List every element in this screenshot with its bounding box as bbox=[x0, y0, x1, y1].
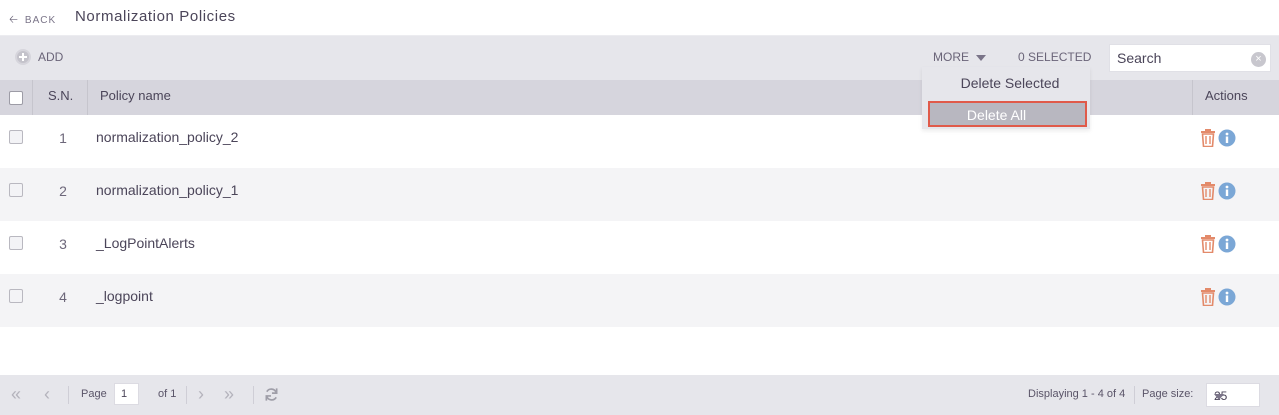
trash-icon[interactable] bbox=[1200, 235, 1216, 253]
back-button[interactable]: 🡠 BACK bbox=[9, 11, 56, 30]
column-divider bbox=[87, 80, 88, 115]
row-actions bbox=[1200, 288, 1236, 306]
trash-icon[interactable] bbox=[1200, 129, 1216, 147]
displaying-text: Displaying 1 - 4 of 4 bbox=[1028, 388, 1126, 400]
back-label: BACK bbox=[24, 15, 57, 26]
policy-name[interactable]: normalization_policy_2 bbox=[96, 129, 238, 145]
trash-icon[interactable] bbox=[1200, 182, 1216, 200]
row-checkbox[interactable] bbox=[9, 183, 23, 197]
select-all-checkbox[interactable] bbox=[9, 91, 23, 105]
page-of-label: of 1 bbox=[158, 388, 177, 400]
divider bbox=[68, 386, 69, 404]
selected-count: 0 SELECTED bbox=[1018, 50, 1092, 64]
add-icon bbox=[15, 49, 31, 65]
trash-icon[interactable] bbox=[1200, 288, 1216, 306]
previous-page-icon[interactable]: ‹ bbox=[44, 385, 50, 403]
policy-name[interactable]: _logpoint bbox=[96, 288, 153, 304]
page-size-select[interactable]: 25 bbox=[1206, 383, 1260, 407]
search-box: × bbox=[1109, 44, 1271, 72]
more-button[interactable]: MORE bbox=[933, 50, 986, 64]
row-sn: 2 bbox=[59, 183, 67, 199]
refresh-icon[interactable] bbox=[264, 387, 279, 402]
row-sn: 1 bbox=[59, 130, 67, 146]
row-actions bbox=[1200, 235, 1236, 253]
row-checkbox[interactable] bbox=[9, 130, 23, 144]
page-size-label: Page size: bbox=[1142, 388, 1194, 400]
menu-item-delete-all[interactable]: Delete All bbox=[928, 101, 1087, 127]
info-icon[interactable] bbox=[1218, 288, 1236, 306]
divider bbox=[253, 386, 254, 404]
page-number-input[interactable] bbox=[114, 383, 139, 405]
table-row: 3 _LogPointAlerts bbox=[0, 221, 1279, 274]
policy-name[interactable]: normalization_policy_1 bbox=[96, 182, 238, 198]
add-button[interactable]: ADD bbox=[15, 49, 63, 65]
chevron-down-icon bbox=[1214, 394, 1224, 400]
next-page-icon[interactable]: › bbox=[198, 385, 204, 403]
info-icon[interactable] bbox=[1218, 129, 1236, 147]
info-icon[interactable] bbox=[1218, 182, 1236, 200]
more-dropdown-menu: Delete Selected Delete All bbox=[922, 67, 1090, 129]
menu-item-delete-selected[interactable]: Delete Selected bbox=[922, 75, 1090, 91]
column-header-sn: S.N. bbox=[48, 88, 74, 103]
row-actions bbox=[1200, 129, 1236, 147]
table-row: 2 normalization_policy_1 bbox=[0, 168, 1279, 221]
last-page-icon[interactable]: » bbox=[224, 385, 234, 403]
row-sn: 4 bbox=[59, 289, 67, 305]
divider bbox=[1134, 386, 1135, 404]
column-header-policy-name[interactable]: Policy name bbox=[100, 80, 171, 115]
page-title: Normalization Policies bbox=[75, 8, 236, 25]
chevron-down-icon bbox=[976, 55, 986, 61]
info-icon[interactable] bbox=[1218, 235, 1236, 253]
policy-name[interactable]: _LogPointAlerts bbox=[96, 235, 195, 251]
row-actions bbox=[1200, 182, 1236, 200]
row-sn: 3 bbox=[59, 236, 67, 252]
first-page-icon[interactable]: « bbox=[11, 385, 21, 403]
column-divider bbox=[1192, 80, 1193, 115]
row-checkbox[interactable] bbox=[9, 289, 23, 303]
search-input[interactable] bbox=[1110, 45, 1240, 71]
page-header: 🡠 BACK Normalization Policies bbox=[0, 0, 1279, 36]
column-divider bbox=[32, 80, 33, 115]
back-arrow-icon: 🡠 bbox=[9, 14, 19, 26]
table-row: 4 _logpoint bbox=[0, 274, 1279, 327]
column-header-actions: Actions bbox=[1205, 88, 1248, 103]
add-label: ADD bbox=[38, 50, 64, 64]
row-checkbox[interactable] bbox=[9, 236, 23, 250]
pagination-bar: « ‹ Page of 1 › » Displaying 1 - 4 of 4 … bbox=[0, 375, 1279, 415]
page-label: Page bbox=[81, 388, 107, 400]
clear-search-icon[interactable]: × bbox=[1251, 52, 1266, 67]
divider bbox=[186, 386, 187, 404]
more-label: MORE bbox=[933, 50, 969, 64]
